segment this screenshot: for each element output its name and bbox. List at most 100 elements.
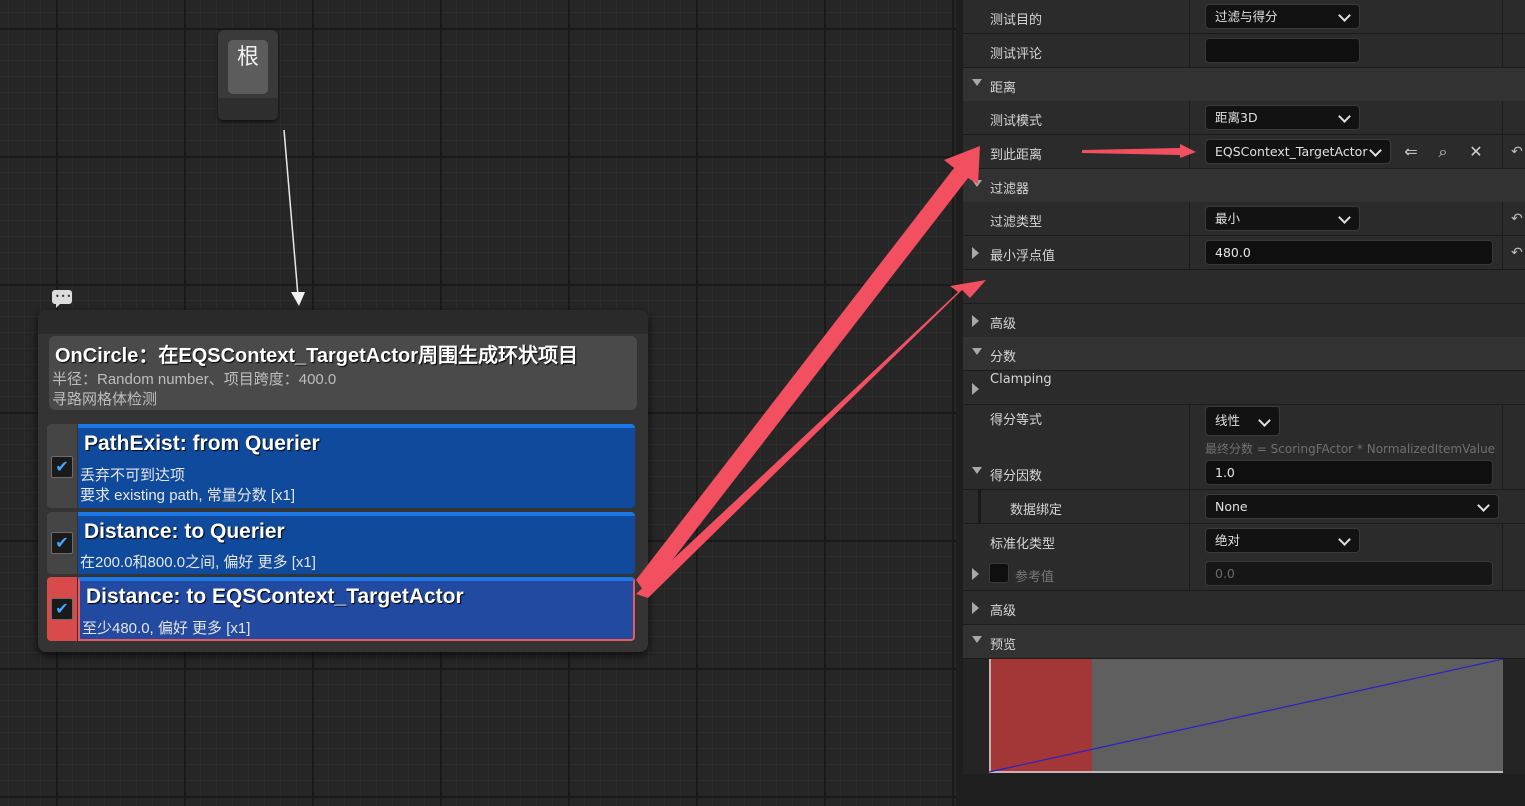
chevron-down-icon	[1338, 110, 1351, 123]
chevron-down-icon	[1338, 533, 1351, 546]
behavior-graph-canvas[interactable]: 根 ••• OnCircle：在EQSContext_TargetActor周围…	[0, 0, 956, 806]
normalization-type-dropdown[interactable]: 绝对	[1205, 528, 1360, 553]
row-label: 测试模式	[990, 114, 1043, 129]
row-test-comment: 测试评论	[963, 34, 1525, 68]
test-grip[interactable]: ✔	[47, 512, 77, 574]
reset-arrow-icon[interactable]: ↶	[1511, 211, 1523, 227]
row-score-factor: 得分因数 1.0	[963, 456, 1525, 490]
expand-arrow-icon[interactable]	[972, 247, 979, 259]
dropdown-value: EQSContext_TargetActor	[1215, 144, 1368, 159]
dropdown-value: 最小	[1215, 211, 1241, 226]
test-row-distance-querier[interactable]: ✔ Distance: to Querier 在200.0和800.0之间, 偏…	[47, 512, 637, 574]
test-enabled-checkbox[interactable]: ✔	[51, 532, 73, 554]
row-test-mode: 测试模式 距离3D	[963, 101, 1525, 135]
test-enabled-checkbox[interactable]: ✔	[51, 598, 73, 620]
chevron-down-icon	[1477, 499, 1490, 512]
test-desc: 至少480.0, 偏好 更多 [x1]	[82, 620, 251, 637]
test-mode-dropdown[interactable]: 距离3D	[1205, 105, 1360, 130]
dropdown-value: 绝对	[1215, 533, 1241, 548]
row-label: 高级	[990, 317, 1017, 332]
expand-arrow-icon[interactable]	[972, 602, 979, 614]
row-data-binding: 数据绑定 None	[963, 490, 1525, 524]
category-preview[interactable]: 预览	[963, 625, 1525, 659]
collapse-arrow-icon[interactable]	[972, 467, 982, 474]
row-normalization-type: 标准化类型 绝对	[963, 524, 1525, 558]
filter-type-dropdown[interactable]: 最小	[1205, 206, 1360, 231]
details-panel: 测试目的 过滤与得分 测试评论 距离 测试模式 距离3D 到此距离 EQSCon…	[956, 0, 1525, 806]
category-label: 分数	[990, 350, 1017, 365]
test-purpose-dropdown[interactable]: 过滤与得分	[1205, 4, 1360, 29]
chevron-down-icon	[1338, 9, 1351, 22]
generator-node[interactable]: OnCircle：在EQSContext_TargetActor周围生成环状项目…	[38, 310, 648, 652]
collapse-arrow-icon[interactable]	[972, 180, 982, 187]
test-desc: 在200.0和800.0之间, 偏好 更多 [x1]	[80, 554, 316, 571]
row-label: 高级	[990, 604, 1017, 619]
reset-arrow-icon[interactable]: ↶	[1511, 144, 1523, 160]
row-advanced-2[interactable]: 高级	[963, 591, 1525, 625]
chevron-down-icon	[1258, 414, 1271, 427]
row-advanced-1[interactable]: 高级	[963, 304, 1525, 338]
collapse-arrow-icon[interactable]	[972, 348, 982, 355]
node-input-pin[interactable]	[38, 310, 648, 334]
reference-value-checkbox[interactable]	[989, 563, 1009, 583]
test-row-pathexist[interactable]: ✔ PathExist: from Querier 丢弃不可到达项 要求 exi…	[47, 424, 637, 508]
test-title: Distance: to Querier	[84, 520, 285, 543]
row-clamping[interactable]: Clamping	[963, 371, 1525, 405]
dropdown-value: 距离3D	[1215, 110, 1258, 125]
dropdown-value: 线性	[1215, 413, 1241, 428]
speech-bubble-icon[interactable]: •••	[52, 290, 72, 308]
test-row-distance-targetactor[interactable]: ✔ Distance: to EQSContext_TargetActor 至少…	[47, 577, 637, 641]
distance-to-dropdown[interactable]: EQSContext_TargetActor	[1205, 139, 1391, 164]
test-desc: 要求 existing path, 常量分数 [x1]	[80, 487, 296, 504]
expand-arrow-icon[interactable]	[972, 568, 979, 580]
row-label: 得分等式	[990, 413, 1043, 428]
category-distance[interactable]: 距离	[963, 68, 1525, 102]
test-grip[interactable]: ✔	[47, 424, 77, 508]
score-equation-dropdown[interactable]: 线性	[1205, 406, 1280, 436]
clear-icon[interactable]: ✕	[1465, 141, 1487, 163]
test-body[interactable]: Distance: to Querier 在200.0和800.0之间, 偏好 …	[78, 512, 635, 574]
category-label: 过滤器	[990, 182, 1030, 197]
dropdown-value: 过滤与得分	[1215, 9, 1278, 24]
test-grip[interactable]: ✔	[47, 577, 77, 641]
generator-title: OnCircle：在EQSContext_TargetActor周围生成环状项目	[55, 345, 579, 367]
reset-arrow-icon[interactable]: ↶	[1511, 245, 1523, 261]
row-label: 到此距离	[990, 148, 1043, 163]
row-label: 数据绑定	[1010, 503, 1063, 518]
test-body[interactable]: Distance: to EQSContext_TargetActor 至少48…	[78, 577, 635, 641]
collapse-arrow-icon[interactable]	[972, 636, 982, 643]
category-score[interactable]: 分数	[963, 337, 1525, 371]
collapse-arrow-icon[interactable]	[972, 79, 982, 86]
row-distance-to: 到此距离 EQSContext_TargetActor ⇐ ⌕ ✕ ↶	[963, 135, 1525, 169]
row-label: 测试评论	[990, 47, 1043, 62]
generator-navmesh: 寻路网格体检测	[52, 391, 158, 408]
float-min-input[interactable]: 480.0	[1205, 240, 1493, 265]
test-desc: 丢弃不可到达项	[80, 467, 186, 484]
expand-arrow-icon[interactable]	[972, 383, 979, 395]
row-filter-type: 过滤类型 最小 ↶	[963, 202, 1525, 236]
test-title: PathExist: from Querier	[84, 432, 320, 455]
row-label: 得分因数	[990, 469, 1043, 484]
test-enabled-checkbox[interactable]: ✔	[51, 456, 73, 478]
category-label: 距离	[990, 81, 1017, 96]
expand-arrow-icon[interactable]	[972, 315, 979, 327]
generator-params: 半径：Random number、项目跨度：400.0	[52, 371, 337, 388]
row-test-purpose: 测试目的 过滤与得分	[963, 0, 1525, 34]
use-selected-icon[interactable]: ⇐	[1400, 141, 1422, 163]
chevron-down-icon	[1338, 211, 1351, 224]
generator-box[interactable]: OnCircle：在EQSContext_TargetActor周围生成环状项目…	[49, 336, 637, 410]
category-label: 预览	[990, 638, 1017, 653]
row-label: 测试目的	[990, 13, 1043, 28]
row-label: 过滤类型	[990, 215, 1043, 230]
browse-icon[interactable]: ⌕	[1432, 141, 1454, 163]
category-filter[interactable]: 过滤器	[963, 169, 1525, 203]
data-binding-dropdown[interactable]: None	[1205, 494, 1499, 519]
score-factor-input[interactable]: 1.0	[1205, 460, 1493, 485]
reference-value-input[interactable]: 0.0	[1205, 561, 1493, 586]
test-body[interactable]: PathExist: from Querier 丢弃不可到达项 要求 exist…	[78, 424, 635, 508]
row-spacer	[963, 270, 1525, 304]
score-equation-hint: 最终分数 = ScoringFActor * NormalizedItemVal…	[1205, 442, 1496, 456]
chevron-down-icon	[1369, 144, 1382, 157]
test-comment-input[interactable]	[1205, 38, 1360, 63]
row-float-min: 最小浮点值 480.0 ↶	[963, 236, 1525, 270]
